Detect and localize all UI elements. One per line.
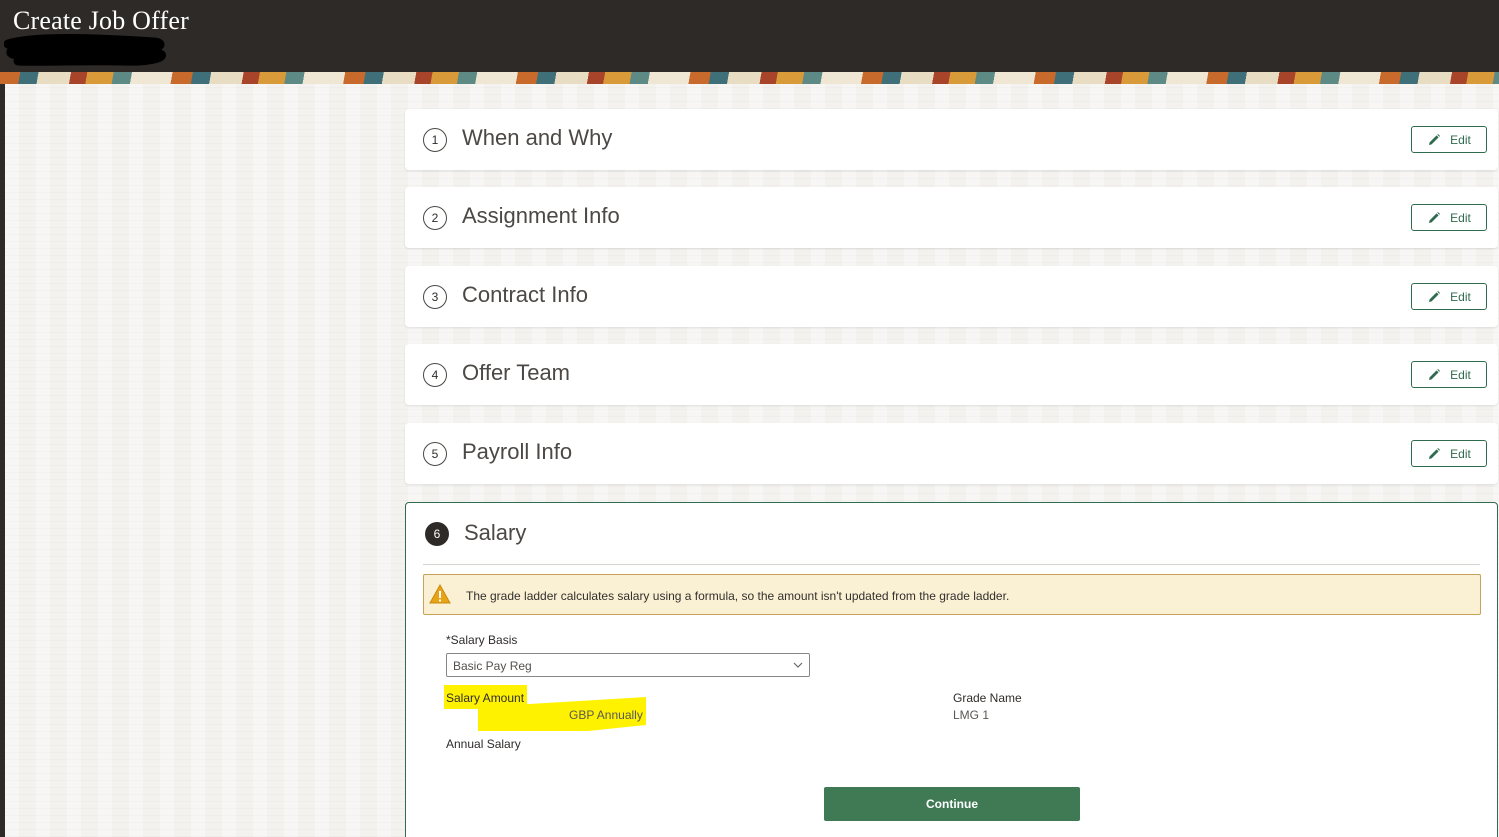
step-number-active: 6 [425, 522, 449, 546]
section-assignment-info: 2 Assignment Info Edit [405, 187, 1498, 248]
edit-button[interactable]: Edit [1411, 361, 1487, 388]
edit-label: Edit [1450, 367, 1471, 382]
page-header: Create Job Offer [0, 0, 1499, 84]
pencil-icon [1429, 368, 1441, 380]
edit-label: Edit [1450, 446, 1471, 461]
redaction-scribble [4, 34, 166, 66]
edit-button[interactable]: Edit [1411, 204, 1487, 231]
section-title: Salary [464, 520, 527, 545]
step-number: 3 [423, 285, 447, 309]
salary-basis-label: *Salary Basis [446, 633, 517, 647]
section-offer-team: 4 Offer Team Edit [405, 344, 1498, 405]
step-number: 2 [423, 206, 447, 230]
edit-button[interactable]: Edit [1411, 283, 1487, 310]
salary-basis-value: Basic Pay Reg [453, 659, 532, 673]
pencil-icon [1429, 133, 1441, 145]
header-decorative-band [0, 72, 1499, 84]
section-title: When and Why [462, 125, 613, 150]
pencil-icon [1429, 447, 1441, 459]
section-title: Payroll Info [462, 439, 573, 464]
section-title: Contract Info [462, 282, 588, 307]
section-payroll-info: 5 Payroll Info Edit [405, 423, 1498, 484]
warning-message: The grade ladder calculates salary using… [466, 589, 1010, 603]
warning-triangle-icon [429, 584, 451, 604]
step-number: 4 [423, 363, 447, 387]
chevron-down-icon [793, 662, 803, 668]
step-number: 5 [423, 442, 447, 466]
section-when-and-why: 1 When and Why Edit [405, 109, 1498, 170]
salary-basis-label-text: Salary Basis [450, 633, 518, 647]
edit-label: Edit [1450, 289, 1471, 304]
grade-name-value: LMG 1 [953, 708, 990, 722]
salary-amount-label: Salary Amount [446, 691, 525, 705]
edit-button[interactable]: Edit [1411, 126, 1487, 153]
salary-amount-unit: GBP Annually [569, 708, 643, 722]
section-title: Offer Team [462, 360, 571, 385]
section-title: Assignment Info [462, 203, 620, 228]
annual-salary-label: Annual Salary [446, 737, 521, 751]
section-salary: 6 Salary The grade ladder calculates sal… [405, 502, 1498, 837]
salary-header: 6 Salary [423, 503, 1480, 565]
continue-button[interactable]: Continue [824, 787, 1080, 821]
grade-name-label: Grade Name [953, 691, 1022, 705]
edit-label: Edit [1450, 132, 1471, 147]
warning-banner: The grade ladder calculates salary using… [423, 574, 1481, 615]
edit-label: Edit [1450, 210, 1471, 225]
pencil-icon [1429, 211, 1441, 223]
edit-button[interactable]: Edit [1411, 440, 1487, 467]
page-title: Create Job Offer [13, 6, 189, 35]
pencil-icon [1429, 290, 1441, 302]
salary-basis-select[interactable]: Basic Pay Reg [446, 653, 810, 677]
section-contract-info: 3 Contract Info Edit [405, 266, 1498, 327]
step-number: 1 [423, 128, 447, 152]
